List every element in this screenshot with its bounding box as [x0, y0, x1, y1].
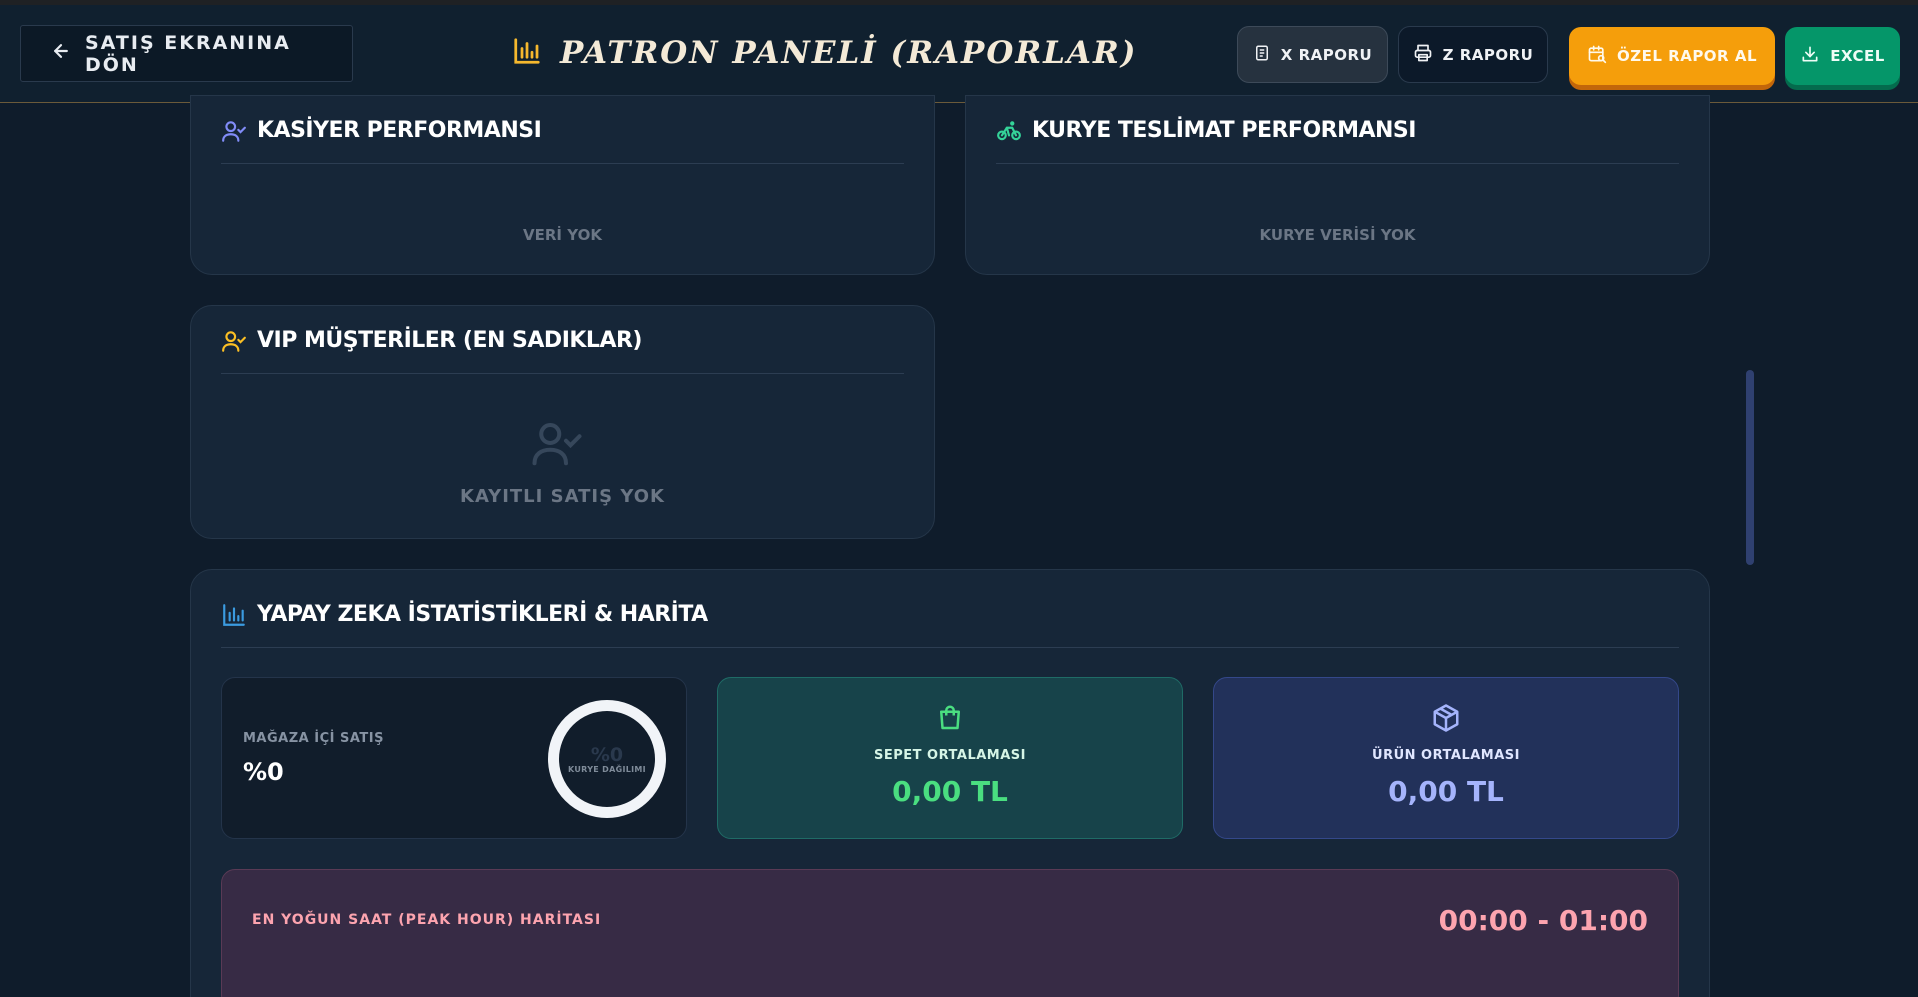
- peak-hour-map: EN YOĞUN SAAT (PEAK HOUR) HARİTASI 00:00…: [221, 869, 1679, 997]
- page-title: PATRON PANELİ (RAPORLAR): [512, 35, 1137, 71]
- back-to-sales-button[interactable]: SATIŞ EKRANINA DÖN: [20, 25, 353, 82]
- bar-chart-icon: [221, 602, 247, 632]
- download-icon: [1800, 44, 1820, 68]
- z-report-button[interactable]: Z RAPORU: [1398, 26, 1548, 83]
- stat-value: 0,00 TL: [892, 775, 1008, 808]
- card-title: VIP MÜŞTERİLER (EN SADIKLAR): [257, 328, 642, 353]
- scrollbar-thumb[interactable]: [1746, 370, 1754, 565]
- card-title: KASİYER PERFORMANSI: [257, 118, 542, 143]
- card-header: KURYE TESLİMAT PERFORMANSI: [996, 118, 1679, 164]
- x-report-button[interactable]: X RAPORU: [1237, 26, 1388, 83]
- peak-hour-label: EN YOĞUN SAAT (PEAK HOUR) HARİTASI: [252, 912, 602, 928]
- excel-button[interactable]: EXCEL: [1785, 27, 1900, 85]
- ring-caption: KURYE DAĞILIMI: [568, 764, 646, 774]
- card-header: VIP MÜŞTERİLER (EN SADIKLAR): [221, 328, 904, 374]
- basket-average-stat: SEPET ORTALAMASI 0,00 TL: [717, 677, 1183, 839]
- calendar-search-icon: [1587, 44, 1607, 68]
- card-header: KASİYER PERFORMANSI: [221, 118, 904, 164]
- custom-report-button[interactable]: ÖZEL RAPOR AL: [1569, 27, 1775, 85]
- ring-percent: %0: [590, 743, 624, 766]
- z-report-label: Z RAPORU: [1442, 45, 1534, 64]
- stat-value: 0,00 TL: [1388, 775, 1504, 808]
- bike-icon: [996, 118, 1022, 148]
- empty-state-text: KURYE VERİSİ YOK: [1259, 226, 1416, 244]
- document-icon: [1253, 44, 1271, 66]
- cashier-performance-card: KASİYER PERFORMANSI VERİ YOK: [190, 95, 935, 275]
- courier-performance-card: KURYE TESLİMAT PERFORMANSI KURYE VERİSİ …: [965, 95, 1710, 275]
- card-header: YAPAY ZEKA İSTATİSTİKLERİ & HARİTA: [221, 602, 1679, 648]
- excel-label: EXCEL: [1830, 47, 1885, 65]
- store-sales-stat: MAĞAZA İÇİ SATIŞ %0 %0 KURYE DAĞILIMI: [221, 677, 687, 839]
- stat-label: ÜRÜN ORTALAMASI: [1372, 748, 1520, 763]
- user-check-icon: [221, 328, 247, 358]
- stat-value: %0: [243, 758, 284, 786]
- product-average-stat: ÜRÜN ORTALAMASI 0,00 TL: [1213, 677, 1679, 839]
- arrow-left-icon: [51, 41, 71, 66]
- stat-label: SEPET ORTALAMASI: [874, 748, 1026, 763]
- card-title: KURYE TESLİMAT PERFORMANSI: [1032, 118, 1416, 143]
- bar-chart-icon: [512, 36, 542, 70]
- courier-distribution-ring: %0 KURYE DAĞILIMI: [548, 700, 666, 818]
- card-title: YAPAY ZEKA İSTATİSTİKLERİ & HARİTA: [257, 602, 708, 627]
- vip-customers-card: VIP MÜŞTERİLER (EN SADIKLAR) KAYITLI SAT…: [190, 305, 935, 539]
- user-check-icon: [221, 118, 247, 148]
- back-button-label: SATIŞ EKRANINA DÖN: [85, 31, 291, 76]
- box-icon: [1214, 703, 1678, 737]
- page-title-text: PATRON PANELİ (RAPORLAR): [560, 35, 1138, 71]
- custom-report-label: ÖZEL RAPOR AL: [1617, 47, 1757, 65]
- stat-label: MAĞAZA İÇİ SATIŞ: [243, 731, 384, 746]
- empty-state-text: VERİ YOK: [523, 226, 602, 244]
- peak-hour-value: 00:00 - 01:00: [1438, 904, 1648, 937]
- empty-state-text: KAYITLI SATIŞ YOK: [460, 486, 665, 507]
- printer-icon: [1413, 43, 1433, 67]
- shopping-bag-icon: [718, 703, 1182, 737]
- empty-user-icon: [529, 416, 585, 474]
- x-report-label: X RAPORU: [1280, 45, 1373, 64]
- top-header: SATIŞ EKRANINA DÖN PATRON PANELİ (RAPORL…: [0, 5, 1918, 103]
